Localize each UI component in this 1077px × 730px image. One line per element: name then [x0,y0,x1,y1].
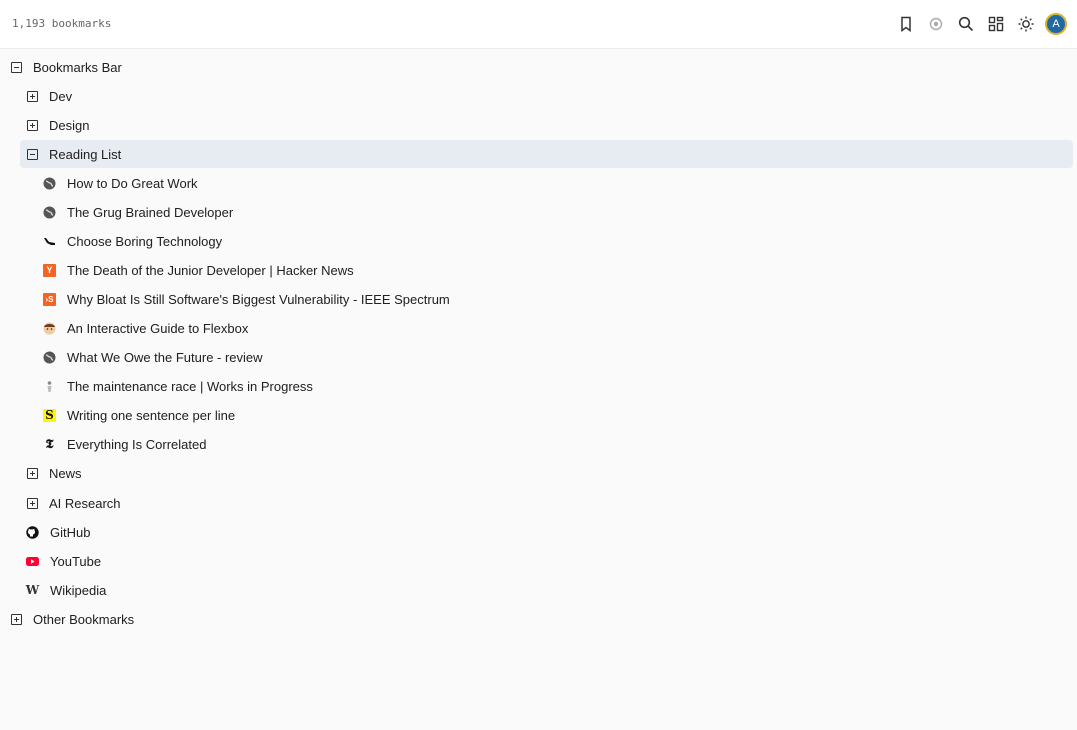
folder-news[interactable]: News [27,459,82,487]
sun-icon [1018,16,1034,32]
boot-icon [43,235,56,248]
face-icon [43,322,56,335]
expand-icon[interactable] [27,119,38,131]
folder-reading-list[interactable]: Reading List [20,140,1073,168]
bookmark-title: The Grug Brained Developer [67,204,234,220]
globe-icon [43,206,56,219]
theme-button[interactable] [1015,13,1037,35]
target-icon [929,17,943,31]
folder-label: Reading List [49,146,122,162]
avatar[interactable]: A [1045,13,1067,35]
globe-icon [43,351,56,364]
bookmark-title: GitHub [50,524,91,540]
hacker-news-icon: Y [43,263,56,277]
folder-label: Bookmarks Bar [33,59,122,75]
github-icon [26,525,39,539]
avatar-initial: A [1052,18,1060,30]
bookmark-count: 1,193 bookmarks [12,17,112,30]
bookmark-title: Writing one sentence per line [67,407,236,423]
bookmark-item[interactable]: The Grug Brained Developer [43,198,233,226]
bookmark-title: Choose Boring Technology [67,233,223,249]
bookmark-title: Wikipedia [50,582,107,598]
bookmark-item[interactable]: What We Owe the Future - review [43,343,263,371]
bookmark-title: Everything Is Correlated [67,436,207,452]
folder-label: News [49,465,82,481]
folder-dev[interactable]: Dev [27,82,72,110]
folder-label: Other Bookmarks [33,611,135,627]
bookmark-title: The Death of the Junior Developer | Hack… [67,262,354,278]
bookmark-title: What We Owe the Future - review [67,349,263,365]
bookmark-icon [901,16,911,32]
expand-icon[interactable] [27,90,38,102]
bookmark-title: An Interactive Guide to Flexbox [67,320,249,336]
figure-icon [43,380,56,393]
bookmark-item[interactable]: Y The Death of the Junior Developer | Ha… [43,256,354,284]
bookmark-item[interactable]: The maintenance race | Works in Progress [43,372,313,400]
expand-icon[interactable] [27,467,38,479]
focus-button[interactable] [925,13,947,35]
bookmark-github[interactable]: GitHub [26,518,90,546]
ieee-spectrum-icon: ›S [43,292,56,306]
folder-ai-research[interactable]: AI Research [27,489,121,517]
bookmark-item[interactable]: 𝕿 Everything Is Correlated [43,430,207,458]
bookmark-item[interactable]: ›S Why Bloat Is Still Software's Biggest… [43,285,450,313]
folder-label: Dev [49,88,73,104]
collapse-icon[interactable] [27,148,38,160]
folder-other-bookmarks[interactable]: Other Bookmarks [11,605,134,633]
nyt-icon: 𝕿 [45,436,54,452]
layout-button[interactable] [985,13,1007,35]
bookmark-youtube[interactable]: YouTube [26,547,101,575]
toolbar: 1,193 bookmarks A [0,0,1077,49]
globe-icon [43,177,56,190]
expand-icon[interactable] [27,497,38,509]
search-button[interactable] [955,13,977,35]
bookmark-item[interactable]: S Writing one sentence per line [43,401,235,429]
folder-label: Design [49,117,90,133]
bookmark-title: YouTube [50,553,102,569]
folder-label: AI Research [49,495,121,511]
wikipedia-icon: W [25,582,40,597]
folder-bookmarks-bar[interactable]: Bookmarks Bar [11,53,122,81]
collapse-icon[interactable] [11,61,22,73]
bookmark-button[interactable] [895,13,917,35]
bookmark-item[interactable]: Choose Boring Technology [43,227,222,255]
search-icon [958,16,974,32]
bookmark-item[interactable]: An Interactive Guide to Flexbox [43,314,248,342]
youtube-icon [26,555,39,568]
expand-icon[interactable] [11,613,22,625]
bookmark-title: The maintenance race | Works in Progress [67,378,313,394]
folder-design[interactable]: Design [27,111,89,139]
bookmark-title: How to Do Great Work [67,175,198,191]
substack-icon: S [43,408,56,422]
grid-icon [988,16,1004,32]
bookmark-title: Why Bloat Is Still Software's Biggest Vu… [67,291,450,307]
bookmark-wikipedia[interactable]: W Wikipedia [25,576,107,604]
bookmark-item[interactable]: How to Do Great Work [43,169,198,197]
